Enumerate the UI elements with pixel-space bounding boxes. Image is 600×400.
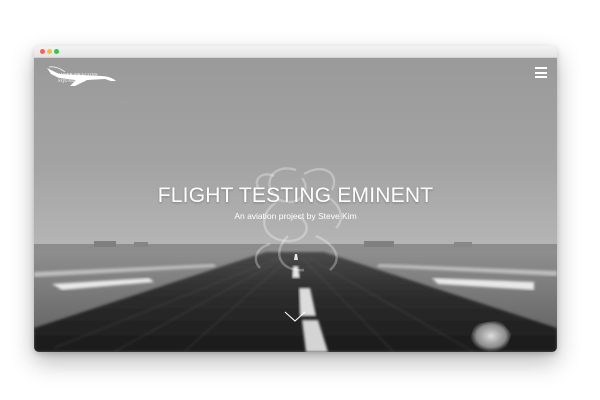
window-close-button[interactable] xyxy=(40,49,45,54)
screenshot-canvas: SILVER DRAGONS SQUADRON FLIGHT TESTING E… xyxy=(0,0,600,400)
menu-bar xyxy=(535,71,547,74)
hamburger-menu-icon[interactable] xyxy=(535,67,547,78)
window-maximize-button[interactable] xyxy=(54,49,59,54)
logo-text-line2: SQUADRON xyxy=(58,78,86,83)
window-titlebar xyxy=(34,46,557,58)
chevron-down-icon[interactable] xyxy=(284,310,306,324)
browser-window: SILVER DRAGONS SQUADRON FLIGHT TESTING E… xyxy=(34,46,557,352)
logo-text-line1: SILVER DRAGONS xyxy=(56,72,98,77)
menu-bar xyxy=(535,67,547,69)
hero-title: FLIGHT TESTING EMINENT xyxy=(157,184,434,207)
web-page-viewport: SILVER DRAGONS SQUADRON FLIGHT TESTING E… xyxy=(34,58,557,352)
menu-bar xyxy=(535,76,547,78)
window-minimize-button[interactable] xyxy=(47,49,52,54)
hero-subtitle: An aviation project by Steve Kim xyxy=(234,211,357,221)
site-logo[interactable]: SILVER DRAGONS SQUADRON xyxy=(45,64,119,88)
